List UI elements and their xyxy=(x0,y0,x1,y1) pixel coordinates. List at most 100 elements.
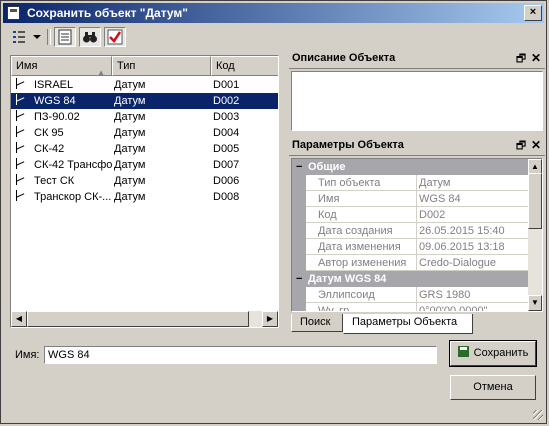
property-row-margin xyxy=(292,255,306,271)
horizontal-scrollbar[interactable]: ◀ ▶ xyxy=(11,311,278,327)
view-mode-button[interactable] xyxy=(9,27,43,47)
column-header-label: Имя xyxy=(16,60,38,72)
title-bar: Сохранить объект "Датум" × xyxy=(3,3,544,23)
list-header: Имя ▲ Тип Код xyxy=(11,56,278,76)
collapse-toggle-icon[interactable]: − xyxy=(296,271,305,287)
property-row[interactable]: Имя WGS 84 xyxy=(292,191,528,207)
property-category[interactable]: − Датум WGS 84 xyxy=(292,271,528,287)
check-button[interactable] xyxy=(104,27,126,47)
property-value: WGS 84 xyxy=(416,191,539,207)
scroll-left-button[interactable]: ◀ xyxy=(11,311,27,327)
item-name-text: СК 95 xyxy=(34,127,64,139)
item-code: D002 xyxy=(213,95,240,107)
save-button[interactable]: Сохранить xyxy=(449,340,537,367)
object-list[interactable]: Имя ▲ Тип Код ISRAEL Датум D001 WGS 84 Датум… xyxy=(10,55,279,328)
close-panel-icon[interactable]: ✕ xyxy=(530,50,542,67)
column-header-type[interactable]: Тип xyxy=(112,56,211,76)
item-name-text: СК-42 Трансфо... xyxy=(34,159,112,171)
item-name: СК-42 xyxy=(14,141,112,157)
float-window-icon[interactable]: 🗗 xyxy=(515,138,527,155)
datum-icon xyxy=(14,174,26,186)
item-name-text: Тест СК xyxy=(34,175,75,187)
property-row-margin xyxy=(292,223,306,239)
list-item[interactable]: СК-42 Трансфо...Датум D007 xyxy=(11,157,278,173)
column-header-name[interactable]: Имя ▲ xyxy=(11,56,112,76)
list-item[interactable]: СК-42 Датум D005 xyxy=(11,141,278,157)
properties-button[interactable] xyxy=(54,27,76,47)
toolbar-separator xyxy=(47,29,51,45)
parameters-panel: Параметры Объекта 🗗 ✕ − Общие Тип объекта Д… xyxy=(289,137,545,315)
item-name: Тест СК xyxy=(14,173,112,189)
property-value: 0°00'00.0000" xyxy=(416,303,539,311)
property-key: Эллипсоид xyxy=(318,289,375,301)
property-row[interactable]: Эллипсоид GRS 1980 xyxy=(292,287,528,303)
close-button[interactable]: × xyxy=(524,5,542,21)
search-binoculars-icon xyxy=(83,32,97,43)
item-code: D001 xyxy=(213,79,240,91)
item-name-text: ПЗ-90.02 xyxy=(34,111,80,123)
property-row-margin xyxy=(292,239,306,255)
property-key: Тип объекта xyxy=(318,177,381,189)
tab-parameters[interactable]: Параметры Объекта xyxy=(343,314,473,334)
save-datum-dialog: Сохранить объект "Датум" × Имя ▲ Тип Код… xyxy=(0,0,547,424)
resize-grip[interactable] xyxy=(533,410,543,420)
property-category[interactable]: − Общие xyxy=(292,159,528,175)
item-type: Датум xyxy=(114,111,146,123)
item-name-text: WGS 84 xyxy=(34,95,76,107)
property-row-margin xyxy=(292,175,306,191)
datum-icon xyxy=(14,78,26,90)
list-item[interactable]: Тест СК Датум D006 xyxy=(11,173,278,189)
scroll-thumb[interactable] xyxy=(528,173,542,229)
property-grid[interactable]: − Общие Тип объекта Датум Имя WGS 84 Код D002 Да… xyxy=(291,158,543,312)
item-name-text: ISRAEL xyxy=(34,79,74,91)
property-value: Датум xyxy=(416,175,539,191)
list-item[interactable]: Транскор СК-... Датум D008 xyxy=(11,189,278,205)
name-input[interactable] xyxy=(44,346,437,364)
checkmark-icon xyxy=(107,29,123,45)
item-type: Датум xyxy=(114,95,146,107)
collapse-toggle-icon[interactable]: − xyxy=(296,159,305,175)
property-value: GRS 1980 xyxy=(416,287,539,303)
panel-splitter[interactable] xyxy=(283,51,287,335)
property-key: Дата создания xyxy=(318,225,393,237)
list-item[interactable]: WGS 84 Датум D002 xyxy=(11,93,278,109)
description-text-area[interactable] xyxy=(291,71,543,131)
close-panel-icon[interactable]: ✕ xyxy=(530,137,542,154)
item-code: D003 xyxy=(213,111,240,123)
property-category-label: Датум WGS 84 xyxy=(308,273,387,285)
datum-icon xyxy=(14,158,26,170)
column-header-code[interactable]: Код xyxy=(211,56,278,76)
list-item[interactable]: ISRAEL Датум D001 xyxy=(11,77,278,93)
list-rows: ISRAEL Датум D001 WGS 84 Датум D002 ПЗ-90.02 Да… xyxy=(11,77,278,205)
property-row[interactable]: Дата создания 26.05.2015 15:40 xyxy=(292,223,528,239)
tab-search[interactable]: Поиск xyxy=(291,314,343,332)
property-row[interactable]: Код D002 xyxy=(292,207,528,223)
property-value: 26.05.2015 15:40 xyxy=(416,223,539,239)
property-row[interactable]: Автор изменения Credo-Dialogue xyxy=(292,255,528,271)
vertical-scrollbar[interactable]: ▲ ▼ xyxy=(528,159,542,311)
property-row[interactable]: Wy, гр 0°00'00.0000" xyxy=(292,303,528,311)
item-name: ISRAEL xyxy=(14,77,112,93)
list-item[interactable]: ПЗ-90.02 Датум D003 xyxy=(11,109,278,125)
item-type: Датум xyxy=(114,191,146,203)
property-row-margin xyxy=(292,287,306,303)
datum-icon xyxy=(14,110,26,122)
property-row-margin xyxy=(292,207,306,223)
item-name: Транскор СК-... xyxy=(14,189,112,205)
float-window-icon[interactable]: 🗗 xyxy=(515,51,527,68)
scroll-right-button[interactable]: ▶ xyxy=(262,311,278,327)
property-row-margin xyxy=(292,303,306,311)
scroll-thumb[interactable] xyxy=(27,311,249,327)
property-row[interactable]: Тип объекта Датум xyxy=(292,175,528,191)
list-item[interactable]: СК 95 Датум D004 xyxy=(11,125,278,141)
property-value: Credo-Dialogue xyxy=(416,255,539,271)
sort-ascending-icon: ▲ xyxy=(97,68,105,76)
property-row[interactable]: Дата изменения 09.06.2015 13:18 xyxy=(292,239,528,255)
scroll-down-button[interactable]: ▼ xyxy=(528,295,542,311)
cancel-button[interactable]: Отмена xyxy=(450,375,536,400)
search-button[interactable] xyxy=(79,27,101,47)
parameters-panel-header: Параметры Объекта 🗗 ✕ xyxy=(289,137,545,156)
property-key: Код xyxy=(318,209,337,221)
property-row-margin xyxy=(292,191,306,207)
item-type: Датум xyxy=(114,159,146,171)
